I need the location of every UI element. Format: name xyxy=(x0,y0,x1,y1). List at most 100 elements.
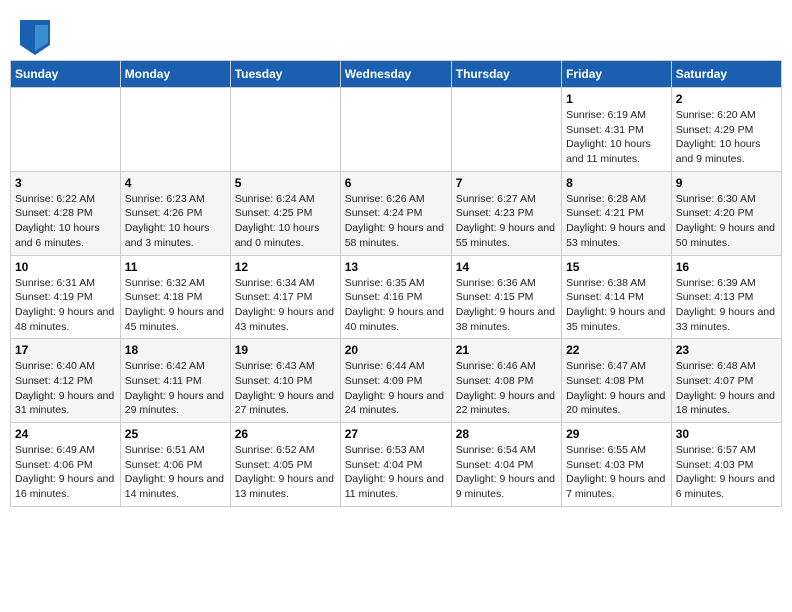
calendar-header-row: SundayMondayTuesdayWednesdayThursdayFrid… xyxy=(11,61,782,88)
day-number: 2 xyxy=(676,92,777,106)
day-info: Sunrise: 6:43 AM Sunset: 4:10 PM Dayligh… xyxy=(235,359,336,418)
calendar-cell xyxy=(120,88,230,172)
calendar-header-saturday: Saturday xyxy=(671,61,781,88)
day-number: 8 xyxy=(566,176,667,190)
day-number: 9 xyxy=(676,176,777,190)
calendar-cell xyxy=(230,88,340,172)
day-info: Sunrise: 6:30 AM Sunset: 4:20 PM Dayligh… xyxy=(676,192,777,251)
calendar-cell: 6Sunrise: 6:26 AM Sunset: 4:24 PM Daylig… xyxy=(340,171,451,255)
day-info: Sunrise: 6:49 AM Sunset: 4:06 PM Dayligh… xyxy=(15,443,116,502)
calendar-cell: 25 Sunrise: 6:51 AM Sunset: 4:06 PM Dayli… xyxy=(120,423,230,507)
calendar-cell: 21 Sunrise: 6:46 AM Sunset: 4:08 PM Dayli… xyxy=(451,339,561,423)
calendar-cell: 26 Sunrise: 6:52 AM Sunset: 4:05 PM Dayli… xyxy=(230,423,340,507)
day-info: Sunrise: 6:53 AM Sunset: 4:04 PM Dayligh… xyxy=(345,443,447,502)
day-number: 18 xyxy=(125,343,226,357)
logo-icon xyxy=(20,20,50,55)
calendar-week-row: 10 Sunrise: 6:31 AM Sunset: 4:19 PM Dayli… xyxy=(11,255,782,339)
calendar-header-friday: Friday xyxy=(562,61,672,88)
calendar-cell: 19 Sunrise: 6:43 AM Sunset: 4:10 PM Dayli… xyxy=(230,339,340,423)
calendar-cell: 20 Sunrise: 6:44 AM Sunset: 4:09 PM Dayli… xyxy=(340,339,451,423)
calendar-week-row: 24 Sunrise: 6:49 AM Sunset: 4:06 PM Dayli… xyxy=(11,423,782,507)
calendar-header-tuesday: Tuesday xyxy=(230,61,340,88)
day-number: 29 xyxy=(566,427,667,441)
day-info: Sunrise: 6:23 AM Sunset: 4:26 PM Dayligh… xyxy=(125,192,226,251)
page-header xyxy=(10,10,782,60)
day-info: Sunrise: 6:40 AM Sunset: 4:12 PM Dayligh… xyxy=(15,359,116,418)
day-number: 26 xyxy=(235,427,336,441)
calendar-cell: 12 Sunrise: 6:34 AM Sunset: 4:17 PM Dayli… xyxy=(230,255,340,339)
day-number: 16 xyxy=(676,260,777,274)
day-number: 3 xyxy=(15,176,116,190)
day-info: Sunrise: 6:27 AM Sunset: 4:23 PM Dayligh… xyxy=(456,192,557,251)
calendar-cell xyxy=(451,88,561,172)
day-info: Sunrise: 6:22 AM Sunset: 4:28 PM Dayligh… xyxy=(15,192,116,251)
calendar-cell: 3 Sunrise: 6:22 AM Sunset: 4:28 PM Daylig… xyxy=(11,171,121,255)
calendar-header-sunday: Sunday xyxy=(11,61,121,88)
day-number: 12 xyxy=(235,260,336,274)
day-info: Sunrise: 6:42 AM Sunset: 4:11 PM Dayligh… xyxy=(125,359,226,418)
calendar-cell: 24 Sunrise: 6:49 AM Sunset: 4:06 PM Dayli… xyxy=(11,423,121,507)
day-number: 28 xyxy=(456,427,557,441)
day-info: Sunrise: 6:26 AM Sunset: 4:24 PM Dayligh… xyxy=(345,192,447,251)
day-number: 10 xyxy=(15,260,116,274)
day-info: Sunrise: 6:24 AM Sunset: 4:25 PM Dayligh… xyxy=(235,192,336,251)
day-info: Sunrise: 6:38 AM Sunset: 4:14 PM Dayligh… xyxy=(566,276,667,335)
calendar-cell: 7 Sunrise: 6:27 AM Sunset: 4:23 PM Daylig… xyxy=(451,171,561,255)
calendar-cell: 29 Sunrise: 6:55 AM Sunset: 4:03 PM Dayli… xyxy=(562,423,672,507)
day-number: 19 xyxy=(235,343,336,357)
calendar-cell: 23Sunrise: 6:48 AM Sunset: 4:07 PM Dayli… xyxy=(671,339,781,423)
day-info: Sunrise: 6:32 AM Sunset: 4:18 PM Dayligh… xyxy=(125,276,226,335)
day-number: 1 xyxy=(566,92,667,106)
day-number: 20 xyxy=(345,343,447,357)
calendar-table: SundayMondayTuesdayWednesdayThursdayFrid… xyxy=(10,60,782,507)
day-info: Sunrise: 6:20 AM Sunset: 4:29 PM Dayligh… xyxy=(676,108,777,167)
day-number: 24 xyxy=(15,427,116,441)
calendar-cell: 14Sunrise: 6:36 AM Sunset: 4:15 PM Dayli… xyxy=(451,255,561,339)
day-number: 4 xyxy=(125,176,226,190)
calendar-header-wednesday: Wednesday xyxy=(340,61,451,88)
day-number: 5 xyxy=(235,176,336,190)
day-number: 11 xyxy=(125,260,226,274)
day-info: Sunrise: 6:35 AM Sunset: 4:16 PM Dayligh… xyxy=(345,276,447,335)
logo xyxy=(20,20,54,55)
day-info: Sunrise: 6:31 AM Sunset: 4:19 PM Dayligh… xyxy=(15,276,116,335)
day-number: 14 xyxy=(456,260,557,274)
calendar-cell: 10 Sunrise: 6:31 AM Sunset: 4:19 PM Dayli… xyxy=(11,255,121,339)
calendar-cell: 13 Sunrise: 6:35 AM Sunset: 4:16 PM Dayli… xyxy=(340,255,451,339)
day-info: Sunrise: 6:57 AM Sunset: 4:03 PM Dayligh… xyxy=(676,443,777,502)
day-info: Sunrise: 6:52 AM Sunset: 4:05 PM Dayligh… xyxy=(235,443,336,502)
calendar-cell: 18 Sunrise: 6:42 AM Sunset: 4:11 PM Dayli… xyxy=(120,339,230,423)
day-number: 22 xyxy=(566,343,667,357)
day-number: 21 xyxy=(456,343,557,357)
day-number: 23 xyxy=(676,343,777,357)
calendar-header-monday: Monday xyxy=(120,61,230,88)
day-info: Sunrise: 6:34 AM Sunset: 4:17 PM Dayligh… xyxy=(235,276,336,335)
day-info: Sunrise: 6:39 AM Sunset: 4:13 PM Dayligh… xyxy=(676,276,777,335)
day-info: Sunrise: 6:51 AM Sunset: 4:06 PM Dayligh… xyxy=(125,443,226,502)
calendar-cell: 11 Sunrise: 6:32 AM Sunset: 4:18 PM Dayli… xyxy=(120,255,230,339)
calendar-header-thursday: Thursday xyxy=(451,61,561,88)
calendar-cell: 2 Sunrise: 6:20 AM Sunset: 4:29 PM Daylig… xyxy=(671,88,781,172)
calendar-cell: 22 Sunrise: 6:47 AM Sunset: 4:08 PM Dayli… xyxy=(562,339,672,423)
calendar-cell xyxy=(11,88,121,172)
calendar-cell: 4 Sunrise: 6:23 AM Sunset: 4:26 PM Daylig… xyxy=(120,171,230,255)
calendar-week-row: 3 Sunrise: 6:22 AM Sunset: 4:28 PM Daylig… xyxy=(11,171,782,255)
day-number: 7 xyxy=(456,176,557,190)
day-number: 13 xyxy=(345,260,447,274)
calendar-cell xyxy=(340,88,451,172)
day-info: Sunrise: 6:28 AM Sunset: 4:21 PM Dayligh… xyxy=(566,192,667,251)
day-number: 27 xyxy=(345,427,447,441)
day-number: 17 xyxy=(15,343,116,357)
day-info: Sunrise: 6:44 AM Sunset: 4:09 PM Dayligh… xyxy=(345,359,447,418)
calendar-cell: 8 Sunrise: 6:28 AM Sunset: 4:21 PM Daylig… xyxy=(562,171,672,255)
day-number: 25 xyxy=(125,427,226,441)
calendar-week-row: 1 Sunrise: 6:19 AM Sunset: 4:31 PM Daylig… xyxy=(11,88,782,172)
day-info: Sunrise: 6:19 AM Sunset: 4:31 PM Dayligh… xyxy=(566,108,667,167)
day-info: Sunrise: 6:46 AM Sunset: 4:08 PM Dayligh… xyxy=(456,359,557,418)
calendar-cell: 28Sunrise: 6:54 AM Sunset: 4:04 PM Dayli… xyxy=(451,423,561,507)
day-info: Sunrise: 6:47 AM Sunset: 4:08 PM Dayligh… xyxy=(566,359,667,418)
day-info: Sunrise: 6:55 AM Sunset: 4:03 PM Dayligh… xyxy=(566,443,667,502)
day-number: 15 xyxy=(566,260,667,274)
calendar-cell: 1 Sunrise: 6:19 AM Sunset: 4:31 PM Daylig… xyxy=(562,88,672,172)
calendar-cell: 30Sunrise: 6:57 AM Sunset: 4:03 PM Dayli… xyxy=(671,423,781,507)
